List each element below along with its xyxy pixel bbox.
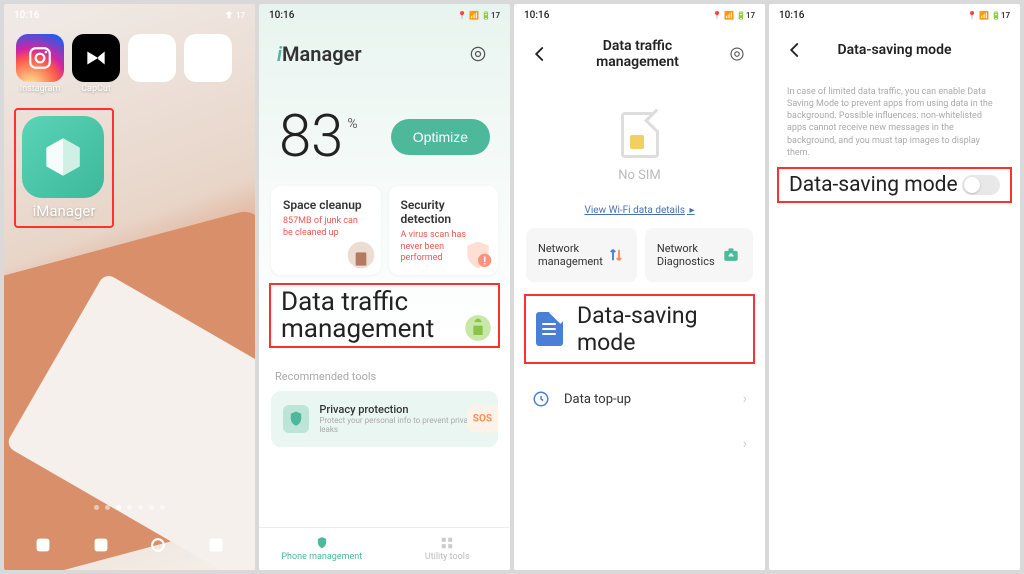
- phone-management-icon: [314, 536, 330, 550]
- feature-cards: Space cleanup 857MB of junk can be clean…: [259, 186, 510, 275]
- nav-home[interactable]: [86, 530, 116, 560]
- app-blank-1[interactable]: [128, 34, 176, 94]
- network-diagnostics-tile[interactable]: Network Diagnostics: [645, 228, 753, 282]
- nav-recents[interactable]: [143, 530, 173, 560]
- privacy-icon: [283, 405, 309, 433]
- diagnostics-icon: [721, 244, 741, 266]
- page-title: Data traffic management: [562, 38, 713, 70]
- status-icons: 17: [224, 10, 245, 20]
- header: Data-saving mode: [769, 26, 1020, 74]
- tab-phone-management[interactable]: Phone management: [259, 528, 385, 570]
- tab-utility-tools[interactable]: Utility tools: [385, 528, 511, 570]
- sim-status: No SIM: [514, 82, 765, 193]
- nav-extra[interactable]: [201, 530, 231, 560]
- status-bar: 10:16 📍 📶 🔋17: [514, 4, 765, 26]
- clock: 10:16: [14, 10, 39, 21]
- imanager-highlight: iManager: [14, 108, 114, 228]
- instagram-label: Instagram: [20, 84, 61, 94]
- utility-tools-icon: [439, 536, 455, 550]
- card-subtitle: 857MB of junk can be cleaned up: [283, 216, 369, 239]
- app-row: Instagram CapCut: [4, 26, 255, 102]
- capcut-icon: [72, 34, 120, 82]
- toggle-label: Data-saving mode: [789, 173, 958, 197]
- settings-button[interactable]: [464, 40, 492, 68]
- system-nav: [4, 520, 255, 570]
- status-bar: 10:16 📍 📶 🔋17: [259, 4, 510, 26]
- app-title: iManager: [277, 42, 362, 66]
- help-text: In case of limited data traffic, you can…: [769, 74, 1020, 167]
- optimize-button[interactable]: Optimize: [391, 119, 490, 155]
- wifi-details-link[interactable]: View Wi-Fi data details ▸: [514, 193, 765, 228]
- app-capcut[interactable]: CapCut: [72, 34, 120, 94]
- space-cleanup-card[interactable]: Space cleanup 857MB of junk can be clean…: [271, 186, 381, 275]
- status-icons: 📍 📶 🔋17: [712, 11, 755, 20]
- chevron-right-icon: ›: [743, 391, 747, 407]
- document-icon: [536, 312, 563, 346]
- privacy-protection-card[interactable]: Privacy protection Protect your personal…: [271, 391, 498, 447]
- nosim-label: No SIM: [618, 168, 661, 183]
- clock: 10:16: [269, 10, 294, 21]
- app-instagram[interactable]: Instagram: [16, 34, 64, 94]
- health-score: 83 %: [279, 108, 358, 166]
- status-bar: 10:16 📍 📶 🔋17: [769, 4, 1020, 26]
- status-bar: 10:16 17: [4, 4, 255, 26]
- imanager-icon: [22, 116, 104, 198]
- page-indicator: [4, 505, 255, 510]
- imanager-screen: 10:16 📍 📶 🔋17 iManager 83 % Optimize Spa…: [259, 4, 510, 570]
- app-blank-2[interactable]: [184, 34, 232, 94]
- shield-warning-icon: !: [462, 239, 494, 271]
- imanager-header: iManager: [259, 26, 510, 78]
- data-traffic-highlight: Data traffic management: [269, 283, 500, 348]
- app-imanager[interactable]: iManager: [22, 116, 106, 220]
- list-item-more[interactable]: ›: [514, 422, 765, 466]
- card-title: Space cleanup: [283, 198, 369, 212]
- header: Data traffic management: [514, 26, 765, 82]
- imanager-label: iManager: [22, 202, 106, 220]
- chevron-right-icon: ›: [743, 436, 747, 452]
- home-screen: 10:16 17 Instagram CapCut iManager: [4, 4, 255, 570]
- capcut-label: CapCut: [81, 84, 111, 94]
- security-card[interactable]: Security detection A virus scan has neve…: [389, 186, 499, 275]
- data-topup-item[interactable]: Data top-up ›: [514, 376, 765, 422]
- cleanup-icon: [345, 239, 377, 271]
- instagram-icon: [16, 34, 64, 82]
- bottom-tabs: Phone management Utility tools: [259, 527, 510, 570]
- nav-back[interactable]: [28, 530, 58, 560]
- recommended-title: Recommended tools: [259, 356, 510, 391]
- tiles: Network management Network Diagnostics: [514, 228, 765, 282]
- android-icon: [464, 314, 492, 342]
- data-saving-toggle-highlight: Data-saving mode: [777, 167, 1012, 203]
- score-section: 83 % Optimize: [259, 78, 510, 186]
- page-title: Data-saving mode: [817, 42, 972, 58]
- clock: 10:16: [524, 10, 549, 21]
- card-title: Security detection: [401, 198, 487, 226]
- rec-info: Privacy protection Protect your personal…: [319, 403, 486, 435]
- data-traffic-screen: 10:16 📍 📶 🔋17 Data traffic management No…: [514, 4, 765, 570]
- back-button[interactable]: [528, 42, 552, 66]
- sos-badge[interactable]: SOS: [467, 405, 498, 432]
- data-saving-highlight: Data-saving mode: [524, 294, 755, 364]
- settings-button[interactable]: [723, 40, 751, 68]
- topup-icon: [532, 390, 550, 408]
- back-button[interactable]: [783, 38, 807, 62]
- data-saving-toggle[interactable]: [962, 175, 1000, 195]
- data-saving-screen: 10:16 📍 📶 🔋17 Data-saving mode In case o…: [769, 4, 1020, 570]
- updown-icon: [607, 244, 625, 266]
- clock: 10:16: [779, 10, 804, 21]
- svg-text:!: !: [483, 254, 486, 267]
- nosim-icon: [621, 112, 659, 158]
- data-traffic-button[interactable]: Data traffic management: [281, 289, 488, 344]
- blank-icon: [128, 34, 176, 82]
- network-management-tile[interactable]: Network management: [526, 228, 637, 282]
- blank-icon: [184, 34, 232, 82]
- data-saving-button[interactable]: Data-saving mode: [577, 302, 743, 356]
- status-icons: 📍 📶 🔋17: [457, 11, 500, 20]
- status-icons: 📍 📶 🔋17: [967, 11, 1010, 20]
